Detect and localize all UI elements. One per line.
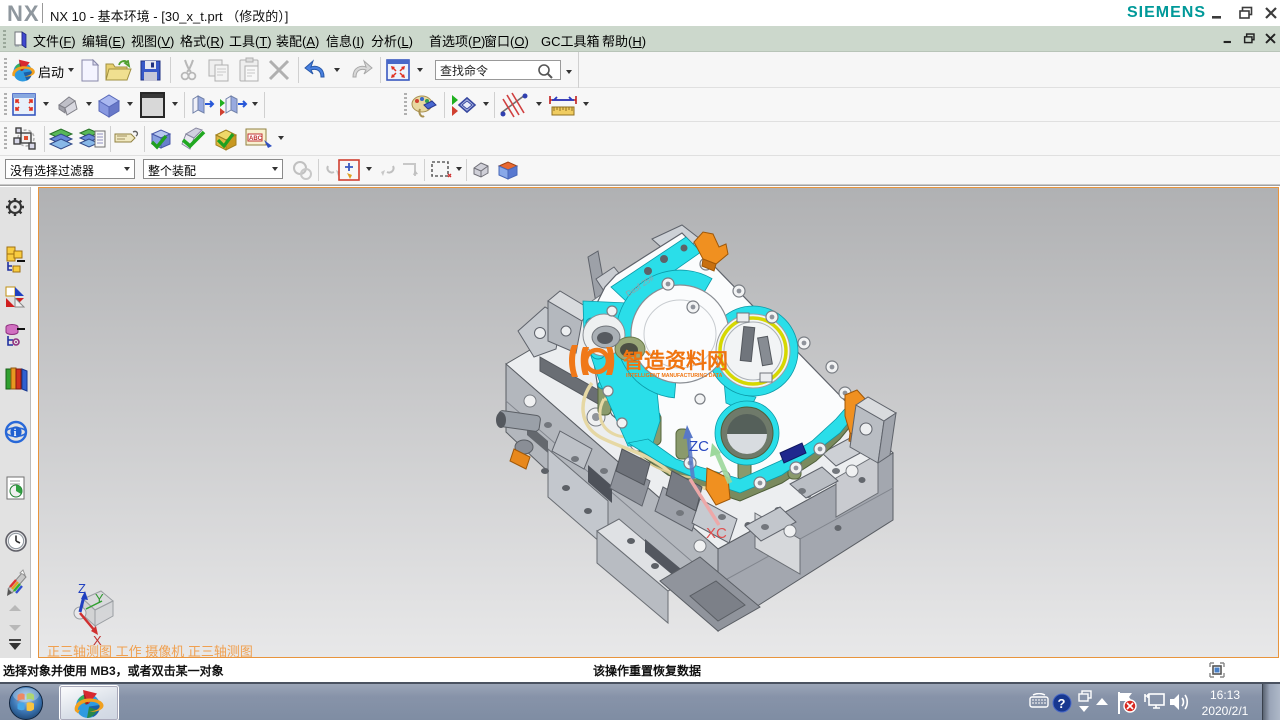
svg-text:i: i bbox=[14, 428, 17, 439]
svg-text:Y: Y bbox=[95, 591, 104, 606]
svg-text:ZC: ZC bbox=[689, 438, 709, 455]
svg-text:?: ? bbox=[1058, 696, 1066, 711]
svg-text:Z: Z bbox=[78, 581, 86, 596]
svg-text:XC: XC bbox=[706, 525, 727, 542]
svg-text:智造资料网: 智造资料网 bbox=[623, 349, 728, 373]
svg-text:INTELLIGENT MANUFACTURING DATA: INTELLIGENT MANUFACTURING DATA bbox=[626, 373, 723, 379]
svg-text:ABC: ABC bbox=[249, 136, 263, 142]
